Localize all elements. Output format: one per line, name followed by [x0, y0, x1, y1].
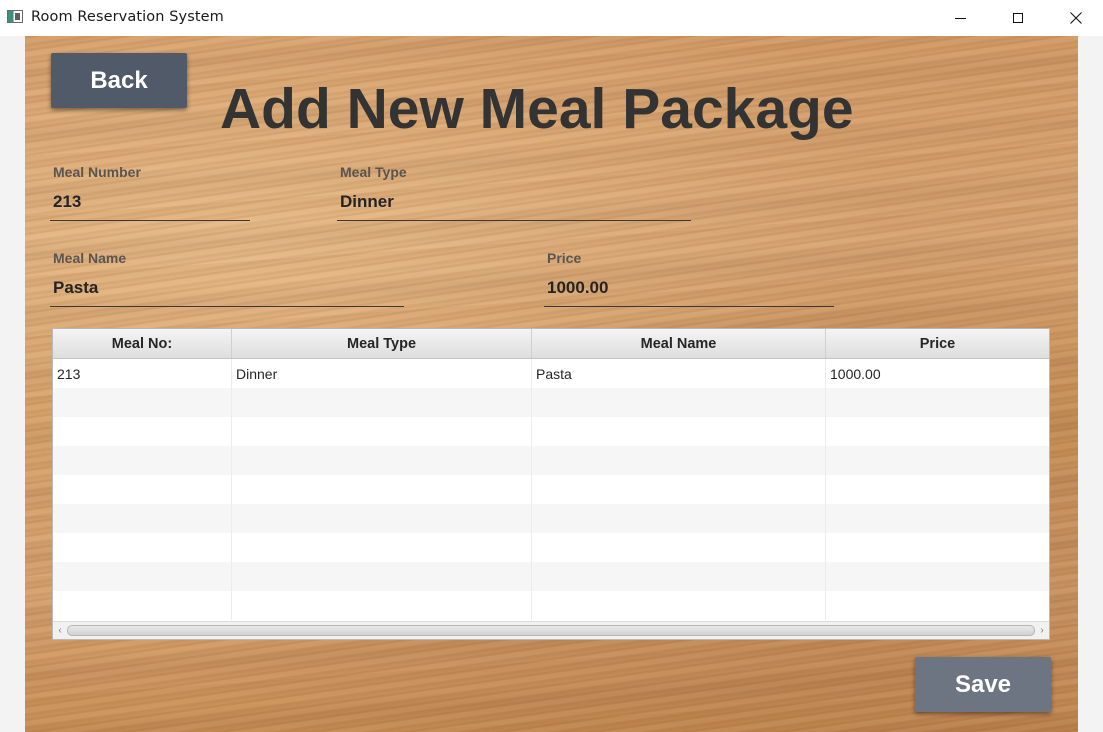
empty-cell — [826, 388, 1049, 417]
meal-type-input[interactable]: Dinner — [340, 192, 394, 212]
horizontal-scrollbar[interactable]: ‹ › — [53, 621, 1049, 639]
empty-cell — [532, 417, 826, 446]
field-underline — [50, 306, 404, 307]
empty-cell — [53, 388, 232, 417]
price-input[interactable]: 1000.00 — [547, 278, 608, 298]
empty-cell — [826, 475, 1049, 504]
empty-cell — [532, 533, 826, 562]
empty-cell — [53, 562, 232, 591]
app-icon — [7, 10, 23, 23]
field-underline — [544, 306, 834, 307]
empty-cell — [232, 591, 532, 620]
meal-type-label: Meal Type — [340, 164, 407, 180]
table-row[interactable]: 213 Dinner Pasta 1000.00 — [53, 359, 1049, 388]
empty-cell — [53, 475, 232, 504]
scrollbar-thumb[interactable] — [67, 625, 1035, 636]
meal-name-field[interactable]: Meal Name Pasta — [50, 250, 404, 307]
empty-cell — [232, 504, 532, 533]
minimize-icon — [954, 17, 966, 19]
close-button[interactable] — [1053, 0, 1099, 36]
scroll-left-icon[interactable]: ‹ — [53, 622, 67, 639]
empty-cell — [826, 417, 1049, 446]
app-window: Room Reservation System Back Add New Mea… — [0, 0, 1103, 732]
field-underline — [50, 220, 250, 221]
empty-cell — [53, 591, 232, 620]
meal-number-input[interactable]: 213 — [53, 192, 81, 212]
empty-cell — [232, 446, 532, 475]
meal-table: Meal No: Meal Type Meal Name Price 213 D… — [52, 328, 1050, 640]
empty-cell — [532, 475, 826, 504]
empty-cell — [232, 417, 532, 446]
cell-meal-type: Dinner — [232, 359, 532, 388]
table-header: Meal No: Meal Type Meal Name Price — [53, 329, 1049, 359]
empty-cell — [826, 533, 1049, 562]
empty-table-row — [53, 562, 1049, 591]
empty-cell — [232, 562, 532, 591]
empty-cell — [532, 591, 826, 620]
empty-cell — [826, 562, 1049, 591]
empty-table-row — [53, 446, 1049, 475]
empty-cell — [532, 562, 826, 591]
column-header-meal-name[interactable]: Meal Name — [532, 329, 826, 358]
empty-cell — [826, 446, 1049, 475]
empty-cell — [53, 446, 232, 475]
minimize-button[interactable] — [937, 0, 983, 36]
price-label: Price — [547, 250, 582, 266]
maximize-icon — [1013, 13, 1023, 23]
empty-cell — [232, 388, 532, 417]
scroll-right-icon[interactable]: › — [1035, 622, 1049, 639]
column-header-price[interactable]: Price — [826, 329, 1049, 358]
empty-cell — [532, 388, 826, 417]
empty-cell — [232, 533, 532, 562]
close-icon — [1070, 12, 1082, 24]
page-title: Add New Meal Package — [220, 77, 854, 141]
empty-cell — [532, 504, 826, 533]
empty-table-row — [53, 591, 1049, 620]
table-body: 213 Dinner Pasta 1000.00 — [53, 359, 1049, 621]
cell-meal-no: 213 — [53, 359, 232, 388]
column-header-meal-type[interactable]: Meal Type — [232, 329, 532, 358]
empty-table-row — [53, 504, 1049, 533]
title-bar: Room Reservation System — [0, 0, 1103, 36]
save-button[interactable]: Save — [915, 657, 1051, 712]
meal-number-field[interactable]: Meal Number 213 — [50, 164, 250, 221]
empty-cell — [232, 475, 532, 504]
meal-number-label: Meal Number — [53, 164, 141, 180]
field-underline — [337, 220, 691, 221]
meal-name-input[interactable]: Pasta — [53, 278, 98, 298]
empty-table-row — [53, 475, 1049, 504]
empty-cell — [826, 504, 1049, 533]
cell-price: 1000.00 — [830, 365, 881, 382]
empty-table-row — [53, 533, 1049, 562]
back-button[interactable]: Back — [51, 53, 187, 108]
empty-table-row — [53, 417, 1049, 446]
column-header-meal-no[interactable]: Meal No: — [53, 329, 232, 358]
cell-meal-name: Pasta — [532, 359, 826, 388]
empty-table-row — [53, 388, 1049, 417]
empty-cell — [53, 417, 232, 446]
empty-cell — [532, 446, 826, 475]
wood-panel: Back Add New Meal Package Meal Number 21… — [25, 36, 1078, 732]
meal-name-label: Meal Name — [53, 250, 127, 266]
empty-cell — [53, 533, 232, 562]
price-field[interactable]: Price 1000.00 — [544, 250, 834, 307]
maximize-button[interactable] — [995, 0, 1041, 36]
meal-type-field[interactable]: Meal Type Dinner — [337, 164, 691, 221]
empty-cell — [826, 591, 1049, 620]
window-title: Room Reservation System — [31, 9, 224, 25]
empty-cell — [53, 504, 232, 533]
